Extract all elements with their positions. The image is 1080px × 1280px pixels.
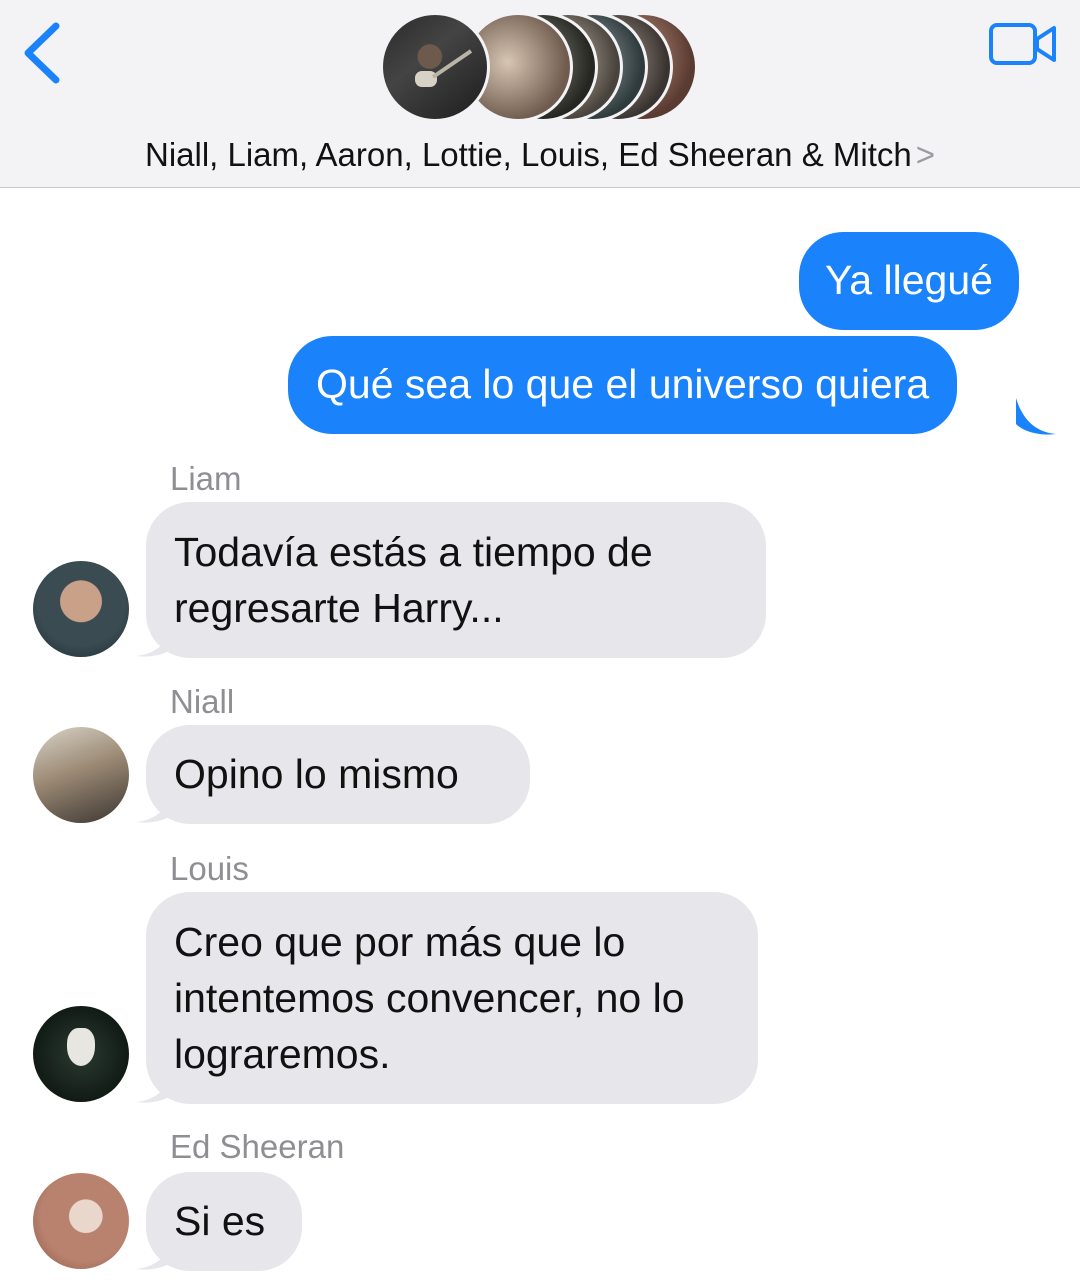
sender-name: Louis <box>170 850 249 887</box>
avatar[interactable] <box>33 561 129 657</box>
sent-message-bubble[interactable]: Qué sea lo que el universo quiera <box>288 336 958 434</box>
received-message-bubble[interactable]: Opino lo mismo <box>146 725 530 824</box>
video-camera-icon[interactable] <box>988 20 1058 68</box>
bubble-tail <box>136 620 176 657</box>
group-avatar-stack[interactable] <box>380 12 710 124</box>
sender-name: Niall <box>170 683 235 720</box>
chevron-right-icon: > <box>915 136 935 173</box>
guitar-photo-icon <box>415 49 473 87</box>
avatar[interactable] <box>33 727 129 823</box>
bubble-tail <box>136 786 176 823</box>
group-title: Niall, Liam, Aaron, Lottie, Louis, Ed Sh… <box>144 136 912 173</box>
sender-name: Ed Sheeran <box>170 1128 345 1165</box>
conversation-header: Niall, Liam, Aaron, Lottie, Louis, Ed Sh… <box>0 0 1080 188</box>
avatar[interactable] <box>33 1173 129 1269</box>
sent-message-bubble[interactable]: Ya llegué <box>799 232 1019 330</box>
received-message-bubble[interactable]: Creo que por más que lo intentemos conve… <box>146 892 758 1104</box>
bubble-tail <box>1016 398 1056 435</box>
mask-photo-icon <box>67 1028 95 1066</box>
group-member-avatar <box>380 12 490 122</box>
bubble-tail <box>136 1066 176 1103</box>
sender-name: Liam <box>170 460 242 497</box>
group-title-button[interactable]: Niall, Liam, Aaron, Lottie, Louis, Ed Sh… <box>0 136 1080 174</box>
avatar[interactable] <box>33 1006 129 1102</box>
bubble-tail <box>136 1233 176 1270</box>
back-chevron-icon[interactable] <box>18 20 68 86</box>
received-message-bubble[interactable]: Todavía estás a tiempo de regresarte Har… <box>146 502 766 658</box>
